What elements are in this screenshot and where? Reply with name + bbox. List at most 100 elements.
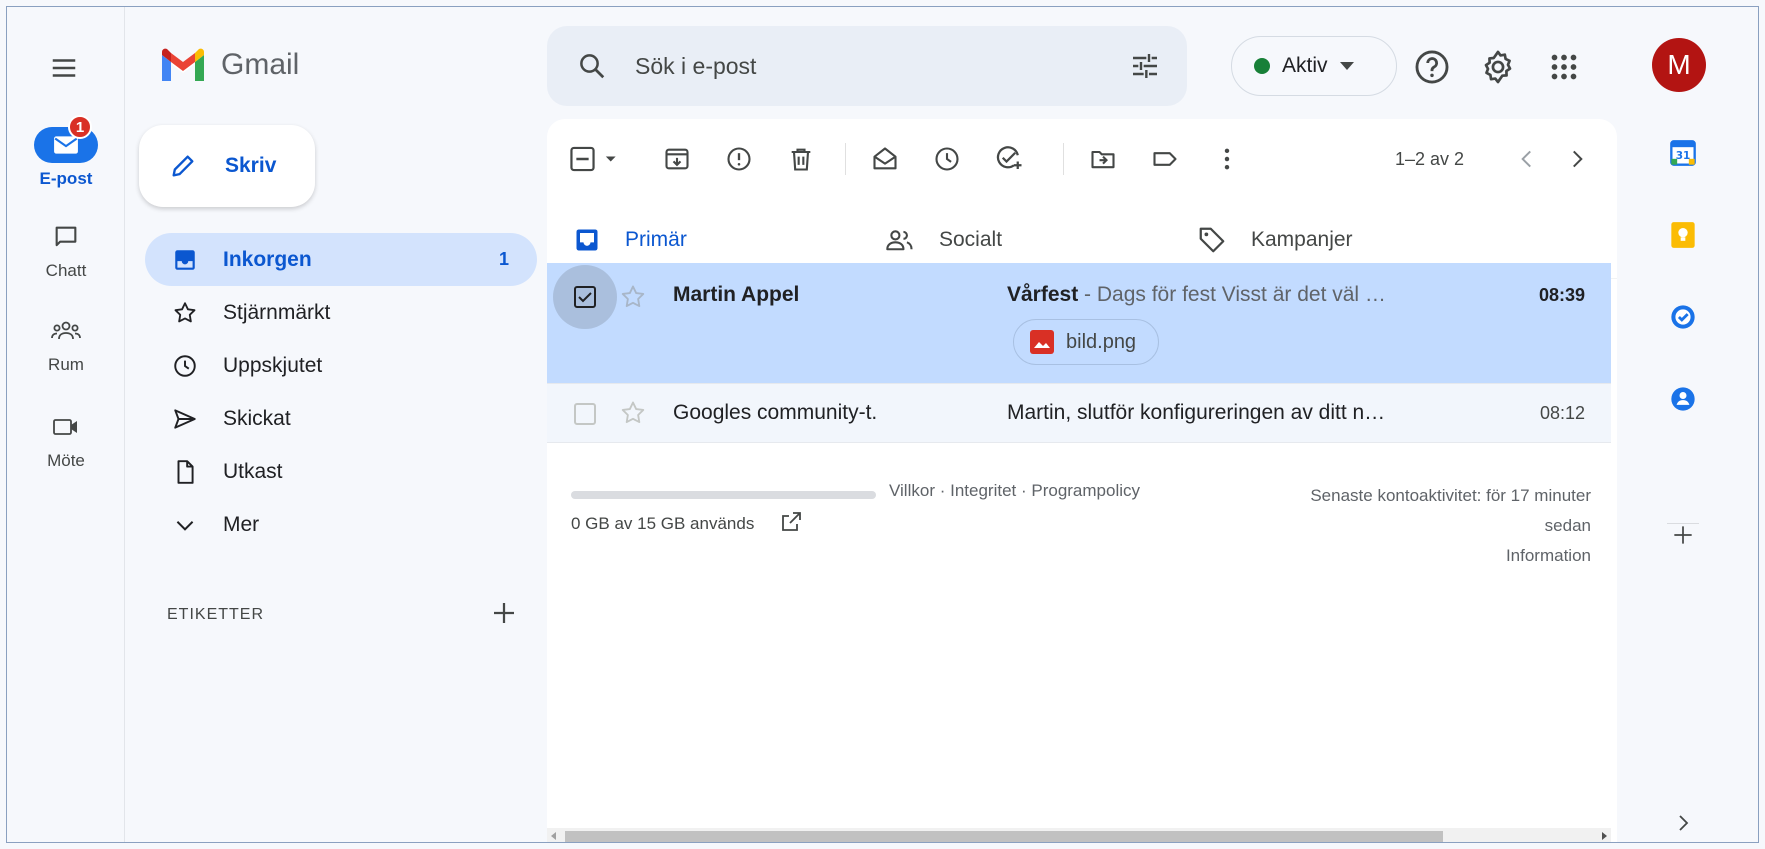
- select-all-checkbox[interactable]: [569, 141, 623, 177]
- email-time: 08:12: [1539, 403, 1585, 423]
- draft-icon: [169, 456, 201, 488]
- email-snippet: - Dags för fest Visst är det väl …: [1078, 283, 1386, 306]
- scroll-left-icon[interactable]: [551, 832, 556, 840]
- tab-label: Kampanjer: [1251, 228, 1353, 251]
- contacts-icon[interactable]: [1665, 381, 1701, 417]
- email-snippet: Martin, slutför konfigureringen av ditt …: [1007, 401, 1386, 424]
- program-policy-link[interactable]: Programpolicy: [1031, 481, 1140, 500]
- email-sender: Googles community-t.: [673, 401, 878, 424]
- mail-list-panel: 1–2 av 2 Primär Socialt Kampanjer Martin…: [547, 119, 1617, 842]
- chevron-left-icon[interactable]: [1509, 141, 1545, 177]
- attachment-name: bild.png: [1066, 330, 1137, 353]
- caret-down-icon: [1339, 62, 1354, 70]
- video-camera-icon: [51, 415, 81, 439]
- terms-link[interactable]: Villkor: [889, 481, 935, 500]
- activity-details-link[interactable]: Information: [1301, 541, 1591, 571]
- nav-item-label: Mer: [223, 512, 260, 536]
- nav-item-drafts[interactable]: Utkast: [145, 445, 537, 498]
- snooze-icon[interactable]: [929, 141, 965, 177]
- gmail-window: 1 E-post Chatt Rum Möte Gmail Skriv Inko…: [6, 6, 1759, 843]
- storage-usage: 0 GB av 15 GB används: [571, 514, 755, 533]
- help-icon[interactable]: [1413, 48, 1451, 86]
- star-toggle-icon[interactable]: [619, 283, 647, 311]
- move-to-icon[interactable]: [1085, 141, 1121, 177]
- people-icon: [885, 226, 915, 254]
- privacy-link[interactable]: Integritet: [950, 481, 1016, 500]
- image-file-icon: [1030, 330, 1054, 354]
- list-footer: 0 GB av 15 GB används Villkor · Integrit…: [547, 464, 1617, 604]
- calendar-icon[interactable]: 31: [1665, 135, 1701, 171]
- nav-item-more[interactable]: Mer: [145, 498, 537, 551]
- nav-item-label: Stjärnmärkt: [223, 300, 331, 324]
- nav-item-inbox[interactable]: Inkorgen 1: [145, 233, 537, 286]
- mark-unread-icon[interactable]: [867, 141, 903, 177]
- nav-item-label: Inkorgen: [223, 247, 312, 271]
- search-icon[interactable]: [577, 51, 607, 81]
- brand-name: Gmail: [221, 48, 300, 81]
- gmail-m-icon: [159, 47, 207, 83]
- label-icon[interactable]: [1147, 141, 1183, 177]
- add-to-tasks-icon[interactable]: [991, 141, 1027, 177]
- status-dot: [1254, 58, 1270, 74]
- nav-item-label: Utkast: [223, 459, 283, 483]
- nav-item-snoozed[interactable]: Uppskjutet: [145, 339, 537, 392]
- scrollbar-thumb[interactable]: [565, 831, 1443, 842]
- rail-item-chat[interactable]: Chatt: [7, 219, 125, 281]
- email-time: 08:39: [1538, 285, 1585, 305]
- chevron-right-icon[interactable]: [1559, 141, 1595, 177]
- search-input[interactable]: [635, 52, 1075, 80]
- horizontal-scrollbar[interactable]: [547, 828, 1611, 842]
- add-addon-icon[interactable]: [1665, 517, 1701, 553]
- compose-button[interactable]: Skriv: [139, 125, 315, 207]
- email-row[interactable]: Martin Appel Vårfest - Dags för fest Vis…: [547, 263, 1611, 383]
- storage-meter: [571, 491, 876, 499]
- rail-item-label: Rum: [48, 355, 84, 374]
- nav-item-sent[interactable]: Skickat: [145, 392, 537, 445]
- people-icon: [51, 319, 81, 343]
- account-activity: Senaste kontoaktivitet: för 17 minuter s…: [1301, 481, 1591, 571]
- main-menu-icon[interactable]: [49, 53, 79, 83]
- email-subject: Vårfest: [1007, 283, 1079, 306]
- delete-icon[interactable]: [783, 141, 819, 177]
- gmail-logo[interactable]: Gmail: [159, 47, 299, 83]
- expand-panel-icon[interactable]: [1665, 805, 1701, 841]
- nav-item-label: Skickat: [223, 406, 291, 430]
- rail-item-meet[interactable]: Möte: [7, 409, 125, 471]
- email-sender: Martin Appel: [673, 283, 800, 306]
- compose-label: Skriv: [225, 154, 277, 177]
- pagination-label: 1–2 av 2: [1395, 149, 1465, 169]
- status-label: Aktiv: [1282, 54, 1328, 77]
- star-toggle-icon[interactable]: [619, 399, 647, 427]
- attachment-chip[interactable]: bild.png: [1013, 319, 1160, 365]
- unread-badge: 1: [68, 115, 92, 139]
- account-avatar[interactable]: M: [1652, 38, 1706, 92]
- search-options-icon[interactable]: [1129, 50, 1161, 82]
- apps-grid-icon[interactable]: [1545, 48, 1583, 86]
- nav-item-starred[interactable]: Stjärnmärkt: [145, 286, 537, 339]
- rail-item-rooms[interactable]: Rum: [7, 313, 125, 375]
- keep-icon[interactable]: [1665, 217, 1701, 253]
- status-selector[interactable]: Aktiv: [1231, 36, 1397, 96]
- archive-icon[interactable]: [659, 141, 695, 177]
- tab-label: Socialt: [939, 228, 1003, 251]
- rail-item-mail[interactable]: 1 E-post: [7, 115, 125, 189]
- clock-icon: [169, 350, 201, 382]
- more-vertical-icon[interactable]: [1209, 141, 1245, 177]
- settings-gear-icon[interactable]: [1479, 48, 1517, 86]
- inbox-icon: [169, 244, 201, 276]
- email-subject-line: Vårfest - Dags för fest Visst är det väl…: [1007, 283, 1386, 307]
- rail-item-label: E-post: [39, 169, 93, 188]
- tasks-icon[interactable]: [1665, 299, 1701, 335]
- add-label-icon[interactable]: [489, 598, 519, 628]
- row-checkbox[interactable]: [553, 265, 617, 329]
- scroll-right-icon[interactable]: [1602, 832, 1607, 840]
- open-external-icon[interactable]: [779, 510, 803, 534]
- email-subject-line: Martin, slutför konfigureringen av ditt …: [1007, 401, 1385, 425]
- report-spam-icon[interactable]: [721, 141, 757, 177]
- email-row[interactable]: Googles community-t. Martin, slutför kon…: [547, 383, 1611, 443]
- row-checkbox[interactable]: [553, 382, 617, 446]
- nav-item-label: Uppskjutet: [223, 353, 323, 377]
- svg-text:31: 31: [1676, 150, 1691, 162]
- side-panel: 31: [1619, 119, 1758, 842]
- star-icon: [169, 297, 201, 329]
